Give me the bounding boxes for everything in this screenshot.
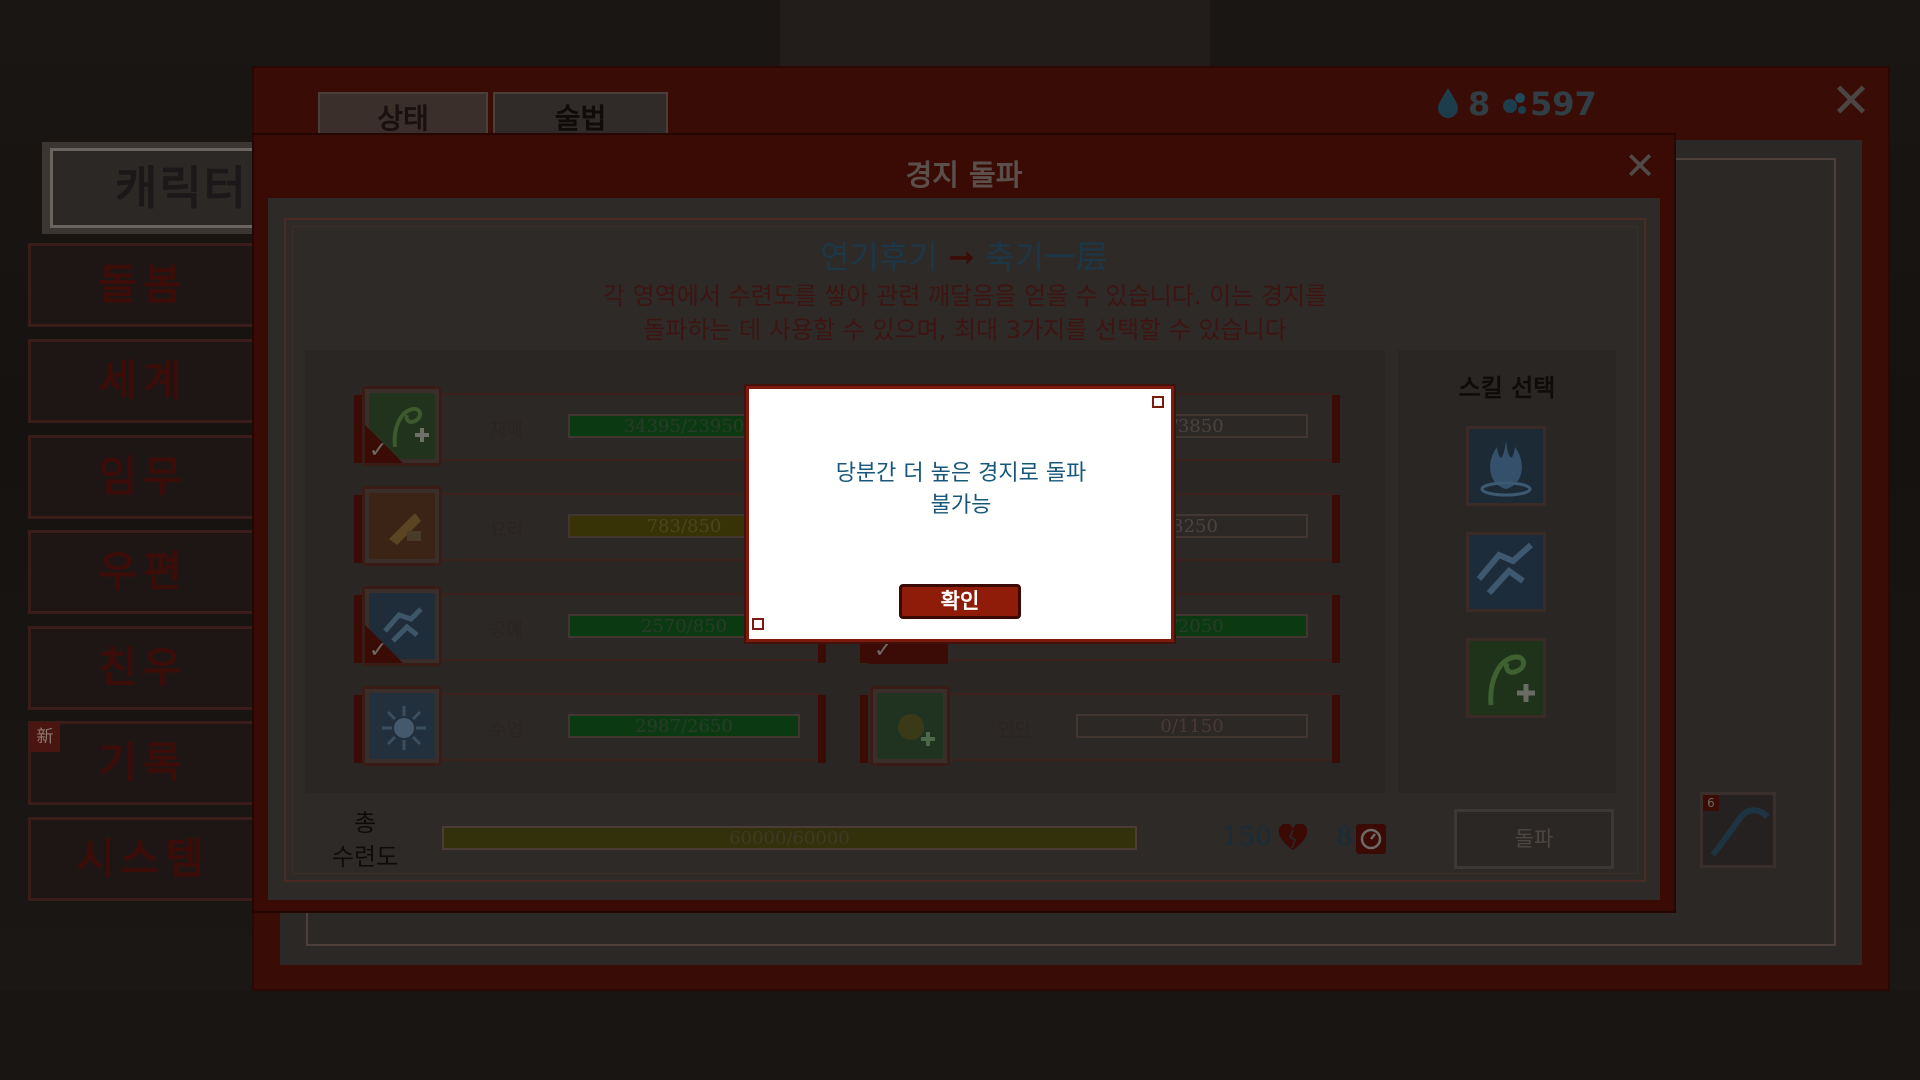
crafting-icon[interactable]: ✓: [362, 586, 442, 666]
confirm-button[interactable]: 확인: [899, 584, 1021, 619]
background-ground: [0, 990, 1920, 1080]
breakthrough-title: 경지 돌파: [905, 158, 1023, 192]
skill-progress-text: 2987/2650: [635, 716, 733, 737]
checked-skill-icon-partial[interactable]: ✓: [868, 638, 948, 664]
spirit-gem-icon: [1500, 88, 1530, 118]
description-line-1: 각 영역에서 수련도를 쌓아 관련 깨달음을 얻을 수 있습니다. 이는 경지를: [602, 282, 1328, 310]
clock-icon: [1356, 824, 1386, 854]
water-drop-icon: [1434, 86, 1462, 118]
cooking-icon[interactable]: [362, 486, 442, 566]
dialog-corner-ornament: [752, 618, 764, 630]
gem-count: 597: [1530, 85, 1597, 123]
broken-heart-icon: [1278, 823, 1308, 852]
breakthrough-button[interactable]: 돌파: [1454, 809, 1614, 869]
sidebar-item-system[interactable]: 시스템: [28, 817, 258, 901]
background-building: [780, 0, 1210, 70]
teaching-icon[interactable]: [362, 686, 442, 766]
water-count: 8: [1468, 85, 1491, 123]
total-progress-text: 60000/60000: [729, 828, 850, 849]
skill-select-title: 스킬 선택: [1458, 374, 1556, 402]
herb-plus-icon[interactable]: [1466, 638, 1546, 718]
sidebar-item-quest[interactable]: 임무: [28, 435, 258, 519]
item-count: 6: [1703, 795, 1719, 811]
total-cultivation-label: 총 수련도: [325, 806, 405, 874]
dialog-message-line-1: 당분간 더 높은 경지로 돌파: [835, 461, 1087, 486]
sidebar-item-friends[interactable]: 친우: [28, 626, 258, 710]
to-realm: 축기一层: [985, 238, 1108, 276]
sidebar-item-world[interactable]: 세계: [28, 339, 258, 423]
dialog-corner-ornament: [1152, 396, 1164, 408]
breakthrough-description: 각 영역에서 수련도를 쌓아 관련 깨달음을 얻을 수 있습니다. 이는 경지를…: [500, 279, 1430, 347]
sidebar-item-care[interactable]: 돌봄: [28, 243, 258, 327]
crafting-icon[interactable]: [1466, 532, 1546, 612]
sidebar-item-records[interactable]: 기록: [28, 721, 258, 805]
skill-label: 요리: [490, 520, 524, 541]
realm-transition: 연기후기 ➞ 축기一层: [252, 232, 1676, 278]
arrow-right-icon: ➞: [948, 238, 975, 276]
alchemy-icon[interactable]: [870, 686, 950, 766]
water-burst-icon[interactable]: [1466, 426, 1546, 506]
tab-status[interactable]: 상태: [318, 92, 488, 136]
skill-label: 수업: [490, 720, 524, 741]
total-label-line-2: 수련도: [331, 843, 399, 871]
skill-progress-bar: 2987/2650: [568, 714, 800, 738]
tab-spell[interactable]: 술법: [493, 92, 668, 136]
sidebar-item-mail[interactable]: 우편: [28, 530, 258, 614]
total-progress-bar: 60000/60000: [442, 826, 1137, 850]
time-cost: 8: [1336, 822, 1353, 852]
breakthrough-close-icon[interactable]: ✕: [1618, 144, 1662, 188]
hp-cost: 150: [1222, 822, 1272, 852]
character-title[interactable]: 캐릭터: [50, 148, 265, 228]
inventory-slot[interactable]: 6: [1700, 792, 1776, 868]
close-icon[interactable]: ✕: [1826, 76, 1876, 126]
skill-progress-bar: 0/1150: [1076, 714, 1308, 738]
total-label-line-1: 총: [353, 809, 377, 837]
description-line-2: 돌파하는 데 사용할 수 있으며, 최대 3가지를 선택할 수 있습니다: [643, 316, 1287, 344]
new-badge: 新: [30, 722, 60, 752]
skill-progress-text: 0/1150: [1160, 716, 1224, 737]
from-realm: 연기후기: [820, 238, 938, 276]
dialog-message: 당분간 더 높은 경지로 돌파 불가능: [786, 458, 1136, 522]
skill-label: 연단: [998, 720, 1032, 741]
dialog-message-line-2: 불가능: [930, 493, 992, 518]
skill-label: 공예: [490, 620, 524, 641]
herb-plus-icon[interactable]: ✓: [362, 386, 442, 466]
skill-label: 재배: [490, 420, 524, 441]
